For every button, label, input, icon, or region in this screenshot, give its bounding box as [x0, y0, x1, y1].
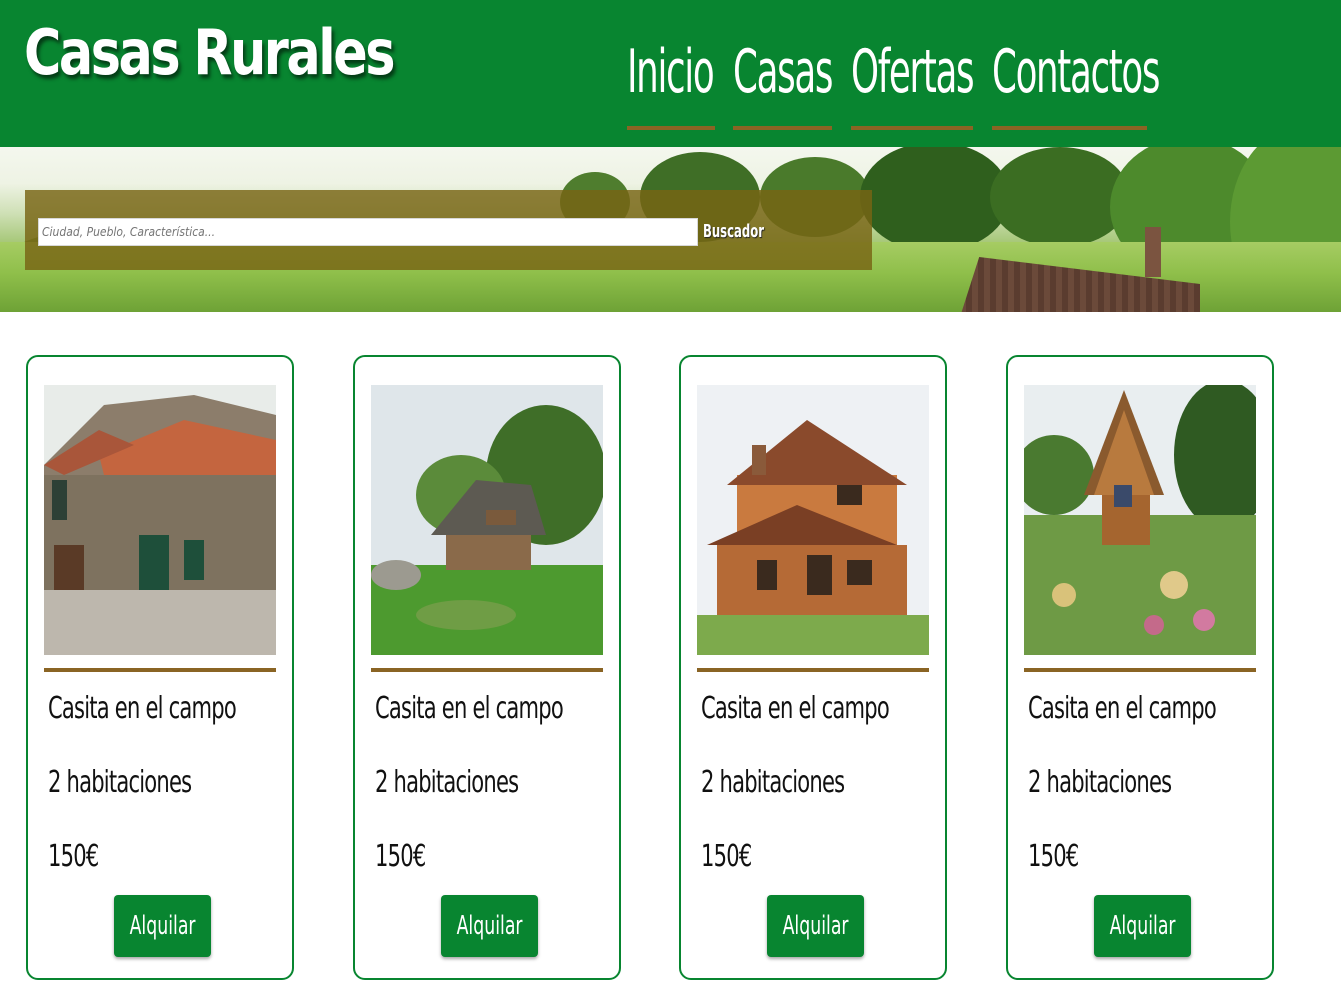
tree-shape — [990, 147, 1130, 247]
search-input[interactable] — [38, 218, 698, 246]
card-price: 150€ — [375, 839, 426, 874]
house-card: Casita en el campo 2 habitaciones 150€ A… — [1006, 355, 1274, 980]
house-card: Casita en el campo 2 habitaciones 150€ A… — [679, 355, 947, 980]
nav-contactos[interactable]: Contactos — [992, 32, 1160, 130]
card-title: Casita en el campo — [701, 691, 890, 726]
thatched-cottage-photo[interactable] — [371, 385, 603, 655]
site-logo[interactable]: Casas Rurales — [24, 16, 396, 89]
rent-button[interactable]: Alquilar — [1094, 895, 1191, 957]
house-card: Casita en el campo 2 habitaciones 150€ A… — [26, 355, 294, 980]
card-rooms: 2 habitaciones — [375, 765, 519, 800]
tree-shape — [860, 147, 1010, 252]
card-price: 150€ — [1028, 839, 1079, 874]
card-rooms: 2 habitaciones — [1028, 765, 1172, 800]
card-title: Casita en el campo — [48, 691, 237, 726]
card-rooms: 2 habitaciones — [701, 765, 845, 800]
search-button[interactable]: Buscador — [703, 218, 788, 246]
nav-casas[interactable]: Casas — [733, 32, 833, 130]
orange-house-photo[interactable] — [697, 385, 929, 655]
card-divider — [1024, 668, 1256, 672]
card-divider — [371, 668, 603, 672]
nav-ofertas[interactable]: Ofertas — [851, 32, 975, 130]
house-card: Casita en el campo 2 habitaciones 150€ A… — [353, 355, 621, 980]
card-divider — [44, 668, 276, 672]
card-title: Casita en el campo — [1028, 691, 1217, 726]
card-price: 150€ — [48, 839, 99, 874]
rent-button[interactable]: Alquilar — [114, 895, 211, 957]
card-divider — [697, 668, 929, 672]
stone-house-photo[interactable] — [44, 385, 276, 655]
wooden-hut-photo[interactable] — [1024, 385, 1256, 655]
card-title: Casita en el campo — [375, 691, 564, 726]
card-rooms: 2 habitaciones — [48, 765, 192, 800]
rent-button[interactable]: Alquilar — [441, 895, 538, 957]
rent-button[interactable]: Alquilar — [767, 895, 864, 957]
site-header: Casas Rurales Inicio Casas Ofertas Conta… — [0, 0, 1341, 147]
chimney-shape — [1145, 227, 1161, 277]
nav-inicio[interactable]: Inicio — [627, 32, 715, 130]
card-price: 150€ — [701, 839, 752, 874]
